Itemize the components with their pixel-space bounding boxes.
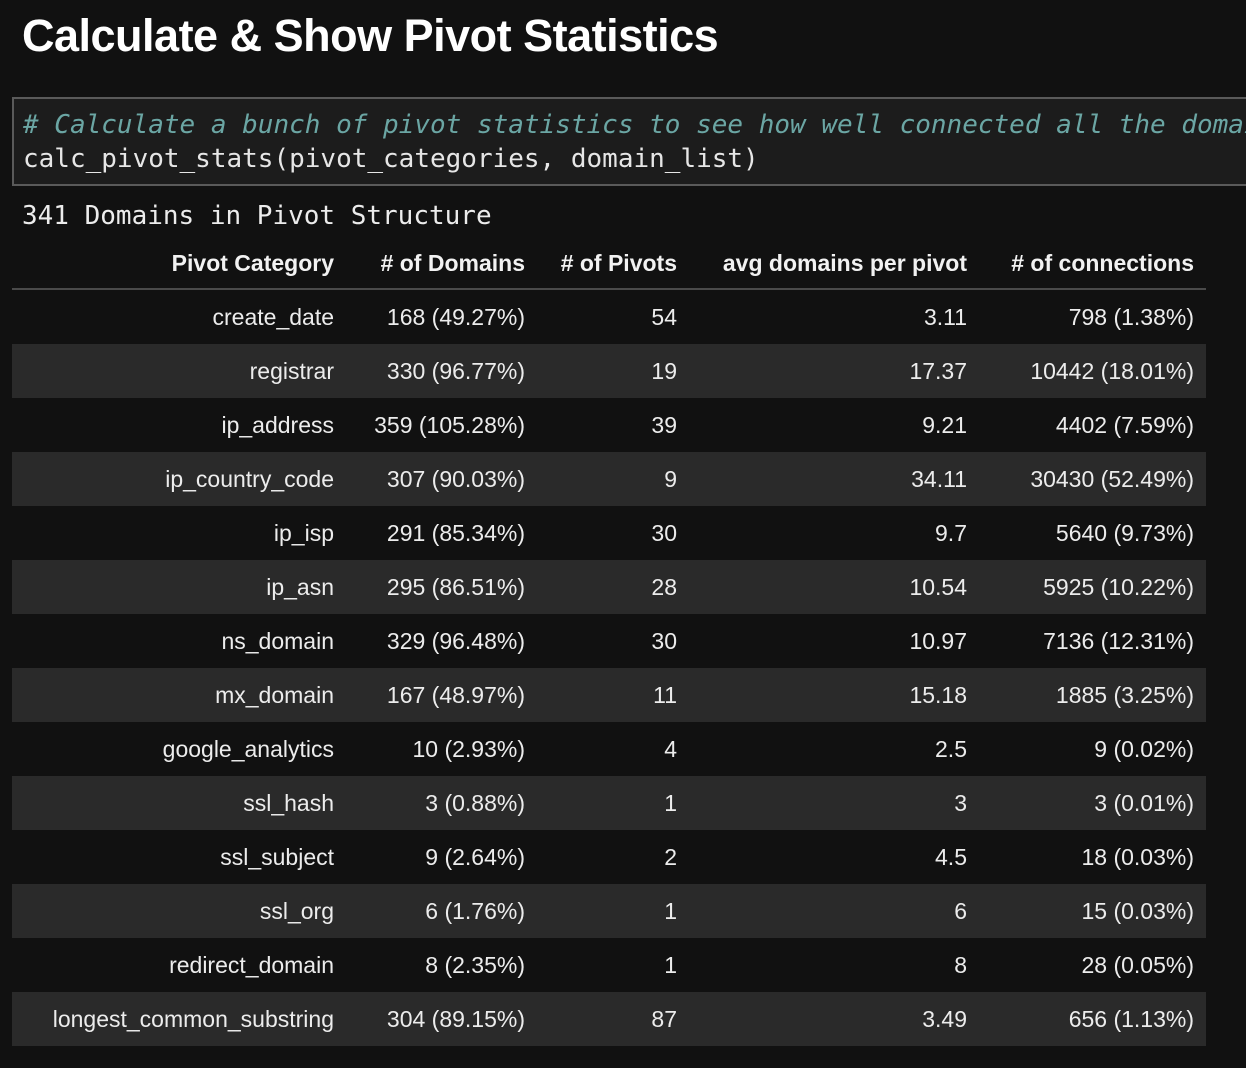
num-pivots-cell: 19 xyxy=(537,344,689,398)
pivot-category-cell: create_date xyxy=(12,289,346,344)
num-domains-cell: 10 (2.93%) xyxy=(346,722,537,776)
table-row: longest_common_substring 304 (89.15%) 87 3.… xyxy=(12,992,1206,1046)
avg-domains-cell: 3.49 xyxy=(689,992,979,1046)
num-domains-cell: 9 (2.64%) xyxy=(346,830,537,884)
avg-domains-cell: 10.97 xyxy=(689,614,979,668)
table-row: ip_asn 295 (86.51%) 28 10.54 5925 (10.22%) xyxy=(12,560,1206,614)
avg-domains-cell: 34.11 xyxy=(689,452,979,506)
table-body: create_date 168 (49.27%) 54 3.11 798 (1.38%)… xyxy=(12,289,1206,1046)
num-connections-cell: 1885 (3.25%) xyxy=(979,668,1206,722)
num-connections-cell: 656 (1.13%) xyxy=(979,992,1206,1046)
column-header-num-domains: # of Domains xyxy=(346,238,537,290)
avg-domains-cell: 3.11 xyxy=(689,289,979,344)
pivot-category-cell: redirect_domain xyxy=(12,938,346,992)
num-connections-cell: 9 (0.02%) xyxy=(979,722,1206,776)
avg-domains-cell: 9.21 xyxy=(689,398,979,452)
num-pivots-cell: 1 xyxy=(537,938,689,992)
num-domains-cell: 330 (96.77%) xyxy=(346,344,537,398)
table-row: ip_country_code 307 (90.03%) 9 34.11 30430 (… xyxy=(12,452,1206,506)
column-header-pivot-category: Pivot Category xyxy=(12,238,346,290)
num-pivots-cell: 28 xyxy=(537,560,689,614)
pivot-category-cell: longest_common_substring xyxy=(12,992,346,1046)
num-domains-cell: 307 (90.03%) xyxy=(346,452,537,506)
code-function-call: calc_pivot_stats(pivot_categories, domai… xyxy=(23,144,759,174)
num-domains-cell: 8 (2.35%) xyxy=(346,938,537,992)
avg-domains-cell: 17.37 xyxy=(689,344,979,398)
num-pivots-cell: 9 xyxy=(537,452,689,506)
table-header-row: Pivot Category # of Domains # of Pivots … xyxy=(12,238,1206,290)
pivot-category-cell: mx_domain xyxy=(12,668,346,722)
pivot-category-cell: ssl_hash xyxy=(12,776,346,830)
num-connections-cell: 3 (0.01%) xyxy=(979,776,1206,830)
section-heading: Calculate & Show Pivot Statistics xyxy=(22,10,719,61)
pivot-category-cell: ssl_subject xyxy=(12,830,346,884)
table-row: ssl_org 6 (1.76%) 1 6 15 (0.03%) xyxy=(12,884,1206,938)
num-connections-cell: 798 (1.38%) xyxy=(979,289,1206,344)
num-connections-cell: 10442 (18.01%) xyxy=(979,344,1206,398)
num-pivots-cell: 11 xyxy=(537,668,689,722)
table-row: ip_isp 291 (85.34%) 30 9.7 5640 (9.73%) xyxy=(12,506,1206,560)
num-connections-cell: 30430 (52.49%) xyxy=(979,452,1206,506)
pivot-category-cell: ssl_org xyxy=(12,884,346,938)
code-comment: # Calculate a bunch of pivot statistics … xyxy=(23,110,1246,140)
table-row: ssl_subject 9 (2.64%) 2 4.5 18 (0.03%) xyxy=(12,830,1206,884)
table-row: create_date 168 (49.27%) 54 3.11 798 (1.38%) xyxy=(12,289,1206,344)
num-connections-cell: 7136 (12.31%) xyxy=(979,614,1206,668)
num-domains-cell: 359 (105.28%) xyxy=(346,398,537,452)
avg-domains-cell: 3 xyxy=(689,776,979,830)
avg-domains-cell: 6 xyxy=(689,884,979,938)
output-title: 341 Domains in Pivot Structure xyxy=(22,201,492,231)
num-pivots-cell: 2 xyxy=(537,830,689,884)
table-row: ip_address 359 (105.28%) 39 9.21 4402 (7.59%… xyxy=(12,398,1206,452)
avg-domains-cell: 4.5 xyxy=(689,830,979,884)
num-pivots-cell: 1 xyxy=(537,884,689,938)
num-pivots-cell: 39 xyxy=(537,398,689,452)
num-connections-cell: 5640 (9.73%) xyxy=(979,506,1206,560)
num-connections-cell: 4402 (7.59%) xyxy=(979,398,1206,452)
table-row: google_analytics 10 (2.93%) 4 2.5 9 (0.02%) xyxy=(12,722,1206,776)
num-domains-cell: 329 (96.48%) xyxy=(346,614,537,668)
num-domains-cell: 167 (48.97%) xyxy=(346,668,537,722)
num-domains-cell: 304 (89.15%) xyxy=(346,992,537,1046)
pivot-category-cell: ip_country_code xyxy=(12,452,346,506)
num-pivots-cell: 4 xyxy=(537,722,689,776)
num-pivots-cell: 30 xyxy=(537,506,689,560)
num-connections-cell: 18 (0.03%) xyxy=(979,830,1206,884)
column-header-num-pivots: # of Pivots xyxy=(537,238,689,290)
pivot-category-cell: ip_asn xyxy=(12,560,346,614)
table-row: mx_domain 167 (48.97%) 11 15.18 1885 (3.25%) xyxy=(12,668,1206,722)
pivot-stats-table: Pivot Category # of Domains # of Pivots … xyxy=(12,238,1206,1046)
avg-domains-cell: 2.5 xyxy=(689,722,979,776)
avg-domains-cell: 8 xyxy=(689,938,979,992)
num-pivots-cell: 87 xyxy=(537,992,689,1046)
avg-domains-cell: 9.7 xyxy=(689,506,979,560)
num-connections-cell: 28 (0.05%) xyxy=(979,938,1206,992)
num-domains-cell: 291 (85.34%) xyxy=(346,506,537,560)
column-header-num-connections: # of connections xyxy=(979,238,1206,290)
pivot-category-cell: registrar xyxy=(12,344,346,398)
table-row: redirect_domain 8 (2.35%) 1 8 28 (0.05%) xyxy=(12,938,1206,992)
num-connections-cell: 5925 (10.22%) xyxy=(979,560,1206,614)
pivot-category-cell: google_analytics xyxy=(12,722,346,776)
num-pivots-cell: 1 xyxy=(537,776,689,830)
num-pivots-cell: 54 xyxy=(537,289,689,344)
pivot-category-cell: ip_address xyxy=(12,398,346,452)
avg-domains-cell: 15.18 xyxy=(689,668,979,722)
table-row: ssl_hash 3 (0.88%) 1 3 3 (0.01%) xyxy=(12,776,1206,830)
num-connections-cell: 15 (0.03%) xyxy=(979,884,1206,938)
num-domains-cell: 6 (1.76%) xyxy=(346,884,537,938)
pivot-category-cell: ip_isp xyxy=(12,506,346,560)
code-cell[interactable]: # Calculate a bunch of pivot statistics … xyxy=(12,97,1246,186)
num-pivots-cell: 30 xyxy=(537,614,689,668)
num-domains-cell: 295 (86.51%) xyxy=(346,560,537,614)
num-domains-cell: 3 (0.88%) xyxy=(346,776,537,830)
avg-domains-cell: 10.54 xyxy=(689,560,979,614)
pivot-category-cell: ns_domain xyxy=(12,614,346,668)
num-domains-cell: 168 (49.27%) xyxy=(346,289,537,344)
column-header-avg-domains-per-pivot: avg domains per pivot xyxy=(689,238,979,290)
table-row: ns_domain 329 (96.48%) 30 10.97 7136 (12.31%… xyxy=(12,614,1206,668)
table-row: registrar 330 (96.77%) 19 17.37 10442 (18.01… xyxy=(12,344,1206,398)
